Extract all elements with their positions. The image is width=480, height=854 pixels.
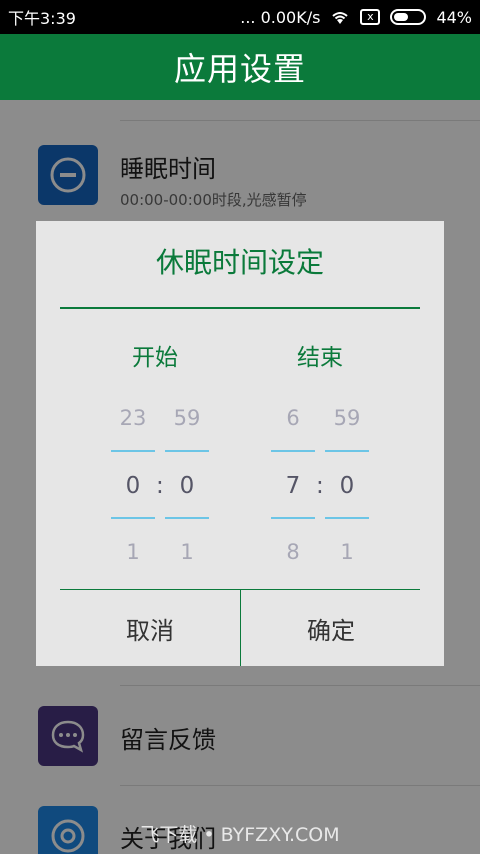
picker-line <box>271 450 315 452</box>
picker-prev-value: 59 <box>173 406 201 430</box>
battery-icon <box>390 9 427 25</box>
picker-selected-value: 0 <box>179 473 195 499</box>
picker-line <box>165 450 209 452</box>
picker-next-value: 1 <box>340 540 354 564</box>
time-separator: : <box>156 473 164 499</box>
picker-next-value: 8 <box>286 540 300 564</box>
network-speed: ... 0.00K/s <box>240 7 321 27</box>
picker-selected-value: 7 <box>285 473 301 499</box>
picker-line <box>325 450 369 452</box>
picker-line <box>111 450 155 452</box>
picker-next-value: 1 <box>180 540 194 564</box>
picker-selected-value: 0 <box>125 473 141 499</box>
picker-line <box>165 517 209 519</box>
start-label: 开始 <box>132 345 178 371</box>
picker-line <box>111 517 155 519</box>
status-time: 下午3:39 <box>8 9 76 28</box>
confirm-button[interactable]: 确定 <box>241 590 421 666</box>
battery-percent: 44% <box>436 7 472 27</box>
title-divider <box>60 307 420 309</box>
picker-prev-value: 23 <box>119 406 147 430</box>
picker-line <box>325 517 369 519</box>
app-header: 应用设置 <box>0 34 480 100</box>
picker-prev-value: 6 <box>286 406 300 430</box>
wifi-icon <box>332 12 349 24</box>
status-bar: 下午3:39 ... 0.00K/s x 44% <box>0 0 480 34</box>
picker-next-value: 1 <box>126 540 140 564</box>
sleep-time-dialog: 休眠时间设定 开始 结束 23 0 1 : 59 0 1 6 7 8 : 59 … <box>36 221 444 666</box>
dialog-title: 休眠时间设定 <box>155 246 324 279</box>
page-title: 应用设置 <box>173 50 306 88</box>
time-separator: : <box>316 473 324 499</box>
end-label: 结束 <box>297 345 343 371</box>
cancel-button[interactable]: 取消 <box>60 590 240 666</box>
no-sim-icon: x <box>360 9 381 25</box>
watermark: 飞下载 • BYFZXY.COM <box>140 824 340 846</box>
picker-selected-value: 0 <box>339 473 355 499</box>
picker-prev-value: 59 <box>333 406 361 430</box>
picker-line <box>271 517 315 519</box>
